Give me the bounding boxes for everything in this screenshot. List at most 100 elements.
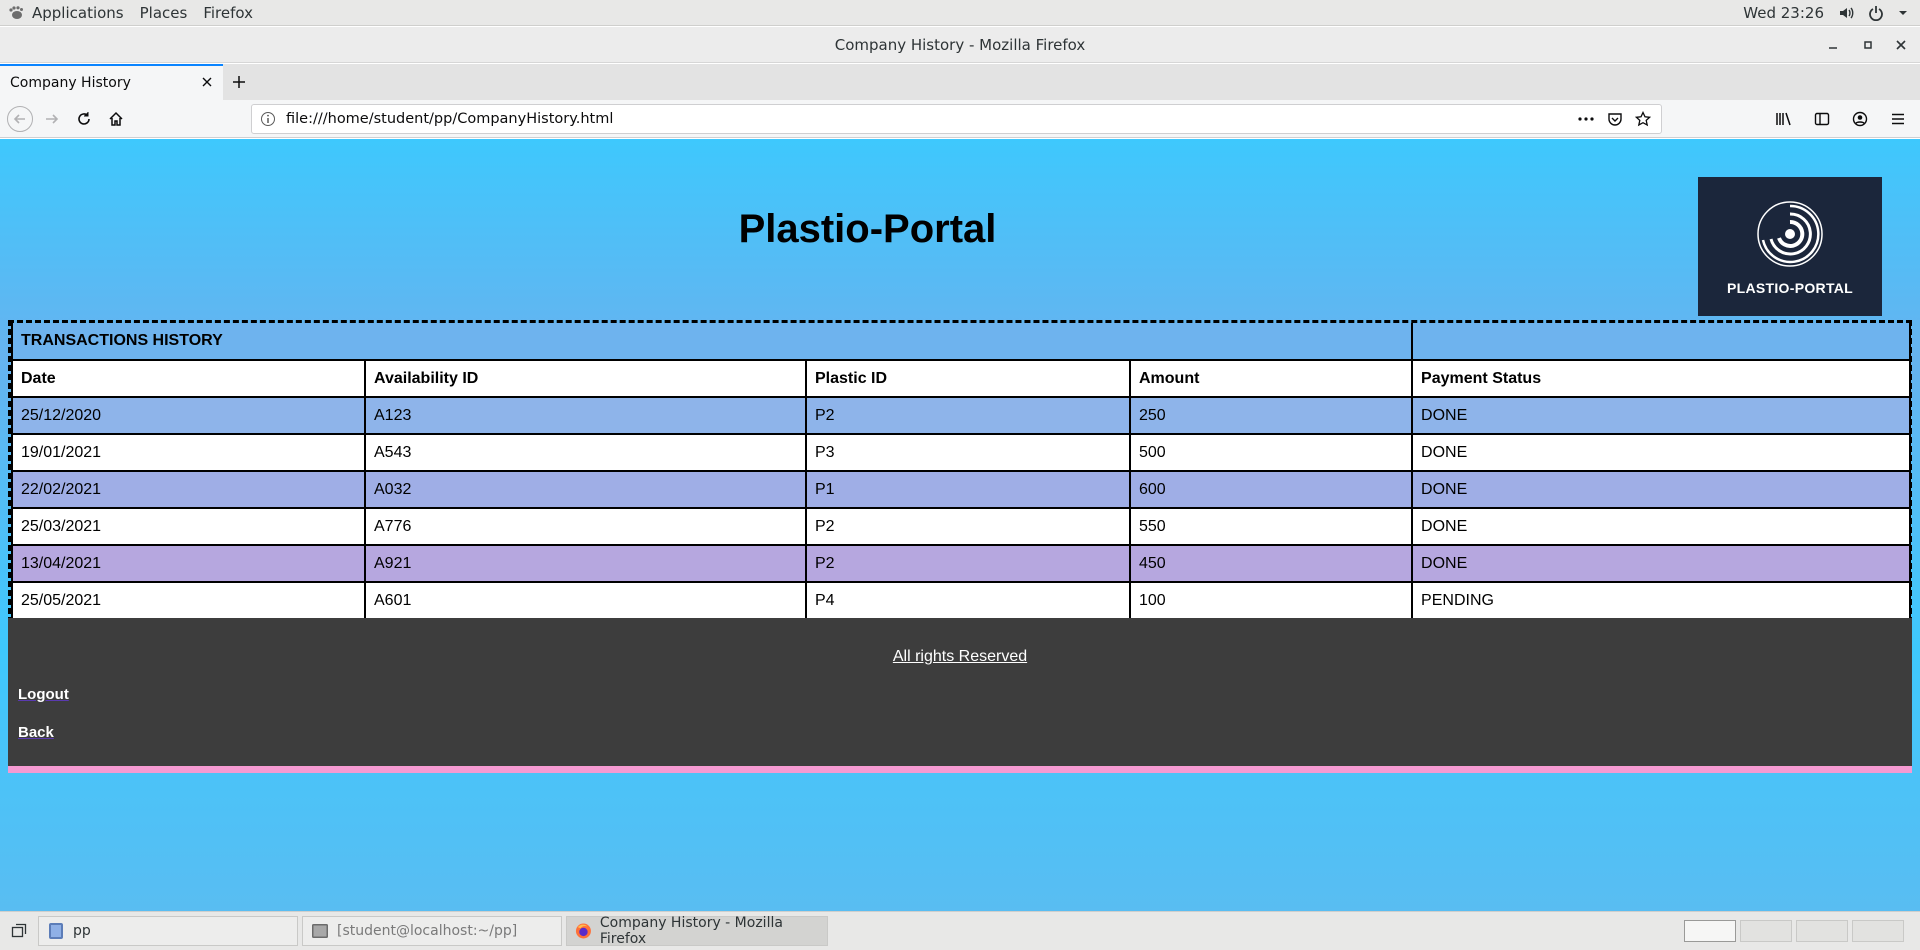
workspace-1[interactable] [1684,920,1736,942]
cell-amount: 100 [1128,581,1414,620]
back-link[interactable]: Back [18,724,54,741]
cell-date: 13/04/2021 [11,544,366,583]
taskbar-item-terminal[interactable]: [student@localhost:~/pp] [302,916,562,946]
reload-icon [78,111,90,125]
table-row: 25/05/2021 A601 P4 100 PENDING [11,581,1912,620]
applications-menu[interactable]: Applications [0,0,132,26]
back-button[interactable] [4,103,36,135]
account-button[interactable] [1844,103,1876,135]
url-text[interactable]: file:///home/student/pp/CompanyHistory.h… [286,111,1577,127]
forward-button[interactable] [36,103,68,135]
cell-availability-id: A776 [364,507,807,546]
taskbar-item-label: pp [73,923,91,939]
cell-availability-id: A601 [364,581,807,620]
table-row: 25/03/2021 A776 P2 550 DONE [11,507,1912,546]
logout-link[interactable]: Logout [18,686,69,703]
table-caption: TRANSACTIONS HISTORY [10,323,1414,361]
library-button[interactable] [1768,103,1800,135]
cell-plastic-id: P1 [805,470,1131,509]
table-row: 22/02/2021 A032 P1 600 DONE [11,470,1912,509]
tab-strip: Company History [0,64,1920,100]
header-payment-status: Payment Status [1411,359,1912,398]
header-availability-id: Availability ID [364,359,807,398]
cell-payment-status: DONE [1411,507,1912,546]
table-row: 25/12/2020 A123 P2 250 DONE [11,396,1912,435]
table-header-row: Date Availability ID Plastic ID Amount P… [11,359,1912,398]
navigation-toolbar: file:///home/student/pp/CompanyHistory.h… [0,100,1920,138]
url-bar[interactable]: file:///home/student/pp/CompanyHistory.h… [251,104,1662,134]
power-icon[interactable] [1868,5,1884,21]
window-titlebar: Company History - Mozilla Firefox [0,27,1920,63]
close-window-button[interactable] [1885,27,1917,63]
library-icon [1776,112,1791,126]
cell-payment-status: DONE [1411,433,1912,472]
cell-availability-id: A032 [364,470,807,509]
system-tray[interactable] [1838,5,1920,21]
cell-payment-status: DONE [1411,470,1912,509]
info-icon[interactable] [260,111,276,127]
cell-plastic-id: P2 [805,544,1131,583]
workspace-4[interactable] [1852,920,1904,942]
tab-company-history[interactable]: Company History [0,64,223,100]
workspace-3[interactable] [1796,920,1848,942]
volume-icon[interactable] [1838,5,1854,21]
table-caption-empty-cell [1411,323,1912,361]
header-date: Date [11,359,366,398]
taskbar-item-firefox[interactable]: Company History - Mozilla Firefox [566,915,828,947]
clock[interactable]: Wed 23:26 [1729,4,1838,22]
close-tab-button[interactable] [199,74,215,90]
chevron-down-icon[interactable] [1898,5,1908,21]
cell-plastic-id: P4 [805,581,1131,620]
minimize-button[interactable] [1817,27,1849,63]
table-row: 19/01/2021 A543 P3 500 DONE [11,433,1912,472]
swirl-logo-icon [1757,201,1823,267]
cell-amount: 450 [1128,544,1414,583]
firefox-icon [575,923,591,939]
firefox-label: Firefox [203,3,253,22]
close-icon [202,77,212,87]
home-icon [109,111,123,126]
plus-icon [233,76,245,88]
cell-amount: 550 [1128,507,1414,546]
tab-title: Company History [10,75,131,91]
taskbar: pp [student@localhost:~/pp] Company Hist… [0,911,1920,950]
page-title: Plastio-Portal [738,207,997,251]
gnome-foot-icon [9,5,23,19]
cell-payment-status: PENDING [1411,581,1912,620]
arrow-right-icon [46,113,59,124]
new-tab-button[interactable] [223,64,255,100]
cell-date: 25/05/2021 [11,581,366,620]
places-menu[interactable]: Places [132,0,196,26]
maximize-button[interactable] [1852,27,1884,63]
site-logo: PLASTIO-PORTAL [1698,177,1882,316]
places-label: Places [139,3,188,22]
cell-availability-id: A123 [364,396,807,435]
show-desktop-button[interactable] [4,916,34,946]
cell-date: 22/02/2021 [11,470,366,509]
taskbar-item-pp[interactable]: pp [38,916,298,946]
maximize-icon [1864,41,1872,49]
home-button[interactable] [100,103,132,135]
main-menu-button[interactable] [1882,103,1914,135]
cell-availability-id: A921 [364,544,807,583]
all-rights-reserved-link[interactable]: All rights Reserved [8,648,1912,666]
transactions-table: TRANSACTIONS HISTORY Date Availability I… [10,323,1912,620]
table-row: 13/04/2021 A921 P2 450 DONE [11,544,1912,583]
header-amount: Amount [1128,359,1414,398]
cell-amount: 500 [1128,433,1414,472]
firefox-menu[interactable]: Firefox [195,0,261,26]
web-page: Plastio-Portal PLASTIO-PORTAL TRANSACTIO… [0,139,1920,911]
url-bar-actions [1577,111,1661,127]
cell-amount: 250 [1128,396,1414,435]
page-footer: All rights Reserved Logout Back [8,618,1912,773]
minimize-icon [1829,47,1837,49]
reload-button[interactable] [68,103,100,135]
workspace-2[interactable] [1740,920,1792,942]
sidebar-button[interactable] [1806,103,1838,135]
cell-date: 25/12/2020 [11,396,366,435]
cell-plastic-id: P2 [805,396,1131,435]
more-actions-icon[interactable] [1577,111,1595,127]
logo-text: PLASTIO-PORTAL [1726,280,1854,296]
pocket-icon[interactable] [1607,111,1623,127]
bookmark-star-icon[interactable] [1635,111,1651,127]
